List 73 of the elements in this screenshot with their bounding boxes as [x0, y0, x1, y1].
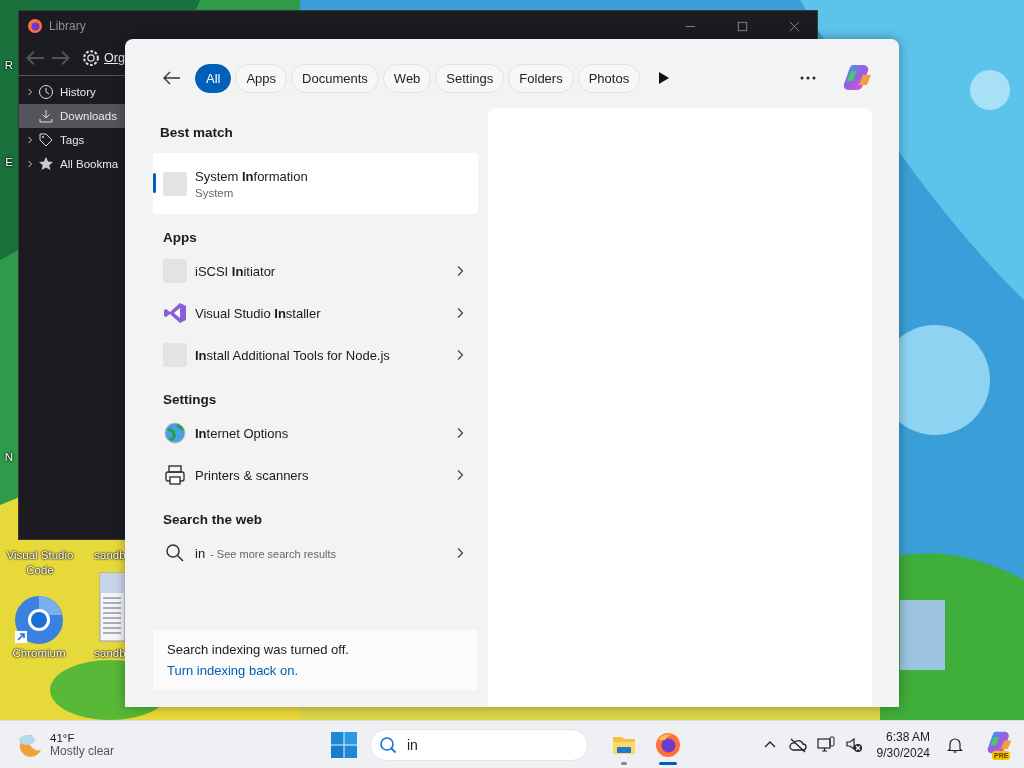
- result-title: System Information: [195, 168, 309, 184]
- result-title: Printers & scanners: [195, 467, 310, 483]
- copilot-icon[interactable]: [986, 729, 1014, 756]
- search-icon: [379, 735, 397, 754]
- play-icon[interactable]: [658, 71, 671, 85]
- organize-menu[interactable]: Org: [104, 51, 125, 65]
- chromium-icon[interactable]: [14, 595, 64, 645]
- chevron-right-icon[interactable]: [25, 159, 35, 169]
- result-item[interactable]: Printers & scanners: [153, 454, 478, 496]
- result-item[interactable]: Internet Options: [153, 412, 478, 454]
- settings-icon[interactable]: [81, 48, 101, 68]
- result-hint: - See more search results: [210, 547, 337, 560]
- close-icon[interactable]: [787, 19, 801, 33]
- filter-tab[interactable]: Photos: [577, 63, 641, 93]
- chevron-right-icon[interactable]: [456, 469, 464, 481]
- section-heading: Best match: [159, 124, 234, 142]
- speaker-muted-icon[interactable]: [844, 735, 863, 754]
- firefox-icon[interactable]: [27, 18, 43, 34]
- sidebar-item[interactable]: History: [19, 80, 125, 104]
- maximize-icon[interactable]: [735, 19, 749, 33]
- indexing-link[interactable]: Turn indexing back on.: [167, 663, 299, 678]
- filter-tab[interactable]: Settings: [435, 63, 505, 93]
- result-item[interactable]: Visual Studio Installer: [153, 292, 478, 334]
- filter-tab[interactable]: Apps: [235, 63, 288, 93]
- section-heading: Settings: [162, 391, 218, 409]
- chevron-right-icon[interactable]: [25, 135, 35, 145]
- more-icon[interactable]: [800, 76, 816, 80]
- desktop-icon-label[interactable]: E: [4, 155, 14, 170]
- desktop-icon-label[interactable]: R: [4, 58, 14, 73]
- app-icon: [163, 171, 187, 196]
- result-title: Install Additional Tools for Node.js: [195, 347, 391, 363]
- query-text: in: [195, 545, 206, 561]
- notice-text: Search indexing was turned off.: [167, 642, 349, 657]
- copilot-icon[interactable]: [842, 63, 874, 93]
- result-item[interactable]: in - See more search results: [153, 532, 478, 574]
- sidebar-item[interactable]: Tags: [19, 128, 125, 152]
- tag-icon: [38, 132, 54, 148]
- section-heading: Search the web: [162, 511, 264, 529]
- result-subtitle: System: [195, 186, 235, 199]
- globe-icon: [163, 421, 187, 445]
- firefox-icon[interactable]: [655, 731, 681, 758]
- download-icon: [38, 108, 54, 124]
- section-heading: Apps: [162, 229, 198, 247]
- chevron-right-icon[interactable]: [456, 547, 464, 559]
- windows-logo-icon[interactable]: [330, 730, 358, 759]
- sidebar-item[interactable]: Downloads: [19, 104, 125, 128]
- weather-text: Mostly clear: [50, 743, 114, 758]
- result-title: iSCSI Initiator: [195, 263, 277, 279]
- result-item[interactable]: System Information System: [153, 153, 478, 214]
- chevron-right-icon[interactable]: [456, 427, 464, 439]
- chevron-right-icon[interactable]: [456, 349, 464, 361]
- result-title: Visual Studio Installer: [195, 305, 322, 321]
- printer-icon: [163, 463, 187, 487]
- clock-icon: [38, 84, 54, 100]
- filter-tab[interactable]: Web: [382, 63, 432, 93]
- result-item[interactable]: Install Additional Tools for Node.js: [153, 334, 478, 376]
- result-title: Internet Options: [195, 425, 290, 441]
- filter-tab[interactable]: All: [195, 63, 232, 93]
- result-item[interactable]: iSCSI Initiator: [153, 250, 478, 292]
- search-field[interactable]: in: [370, 728, 588, 761]
- chevron-right-icon[interactable]: [25, 87, 35, 97]
- filter-tab[interactable]: Documents: [291, 63, 379, 93]
- temperature-text: 41°F: [50, 731, 76, 744]
- star-icon: [38, 156, 54, 172]
- window-title: Library: [49, 19, 86, 33]
- sidebar-item[interactable]: All Bookma: [19, 152, 125, 176]
- chevron-right-icon[interactable]: [456, 265, 464, 277]
- clock-time[interactable]: 6:38 AM: [885, 728, 930, 745]
- clock-date[interactable]: 9/30/2024: [876, 744, 930, 761]
- chevron-right-icon[interactable]: [456, 307, 464, 319]
- monitor-icon[interactable]: [816, 735, 835, 754]
- filter-tab[interactable]: Folders: [508, 63, 574, 93]
- bell-icon[interactable]: [946, 735, 964, 754]
